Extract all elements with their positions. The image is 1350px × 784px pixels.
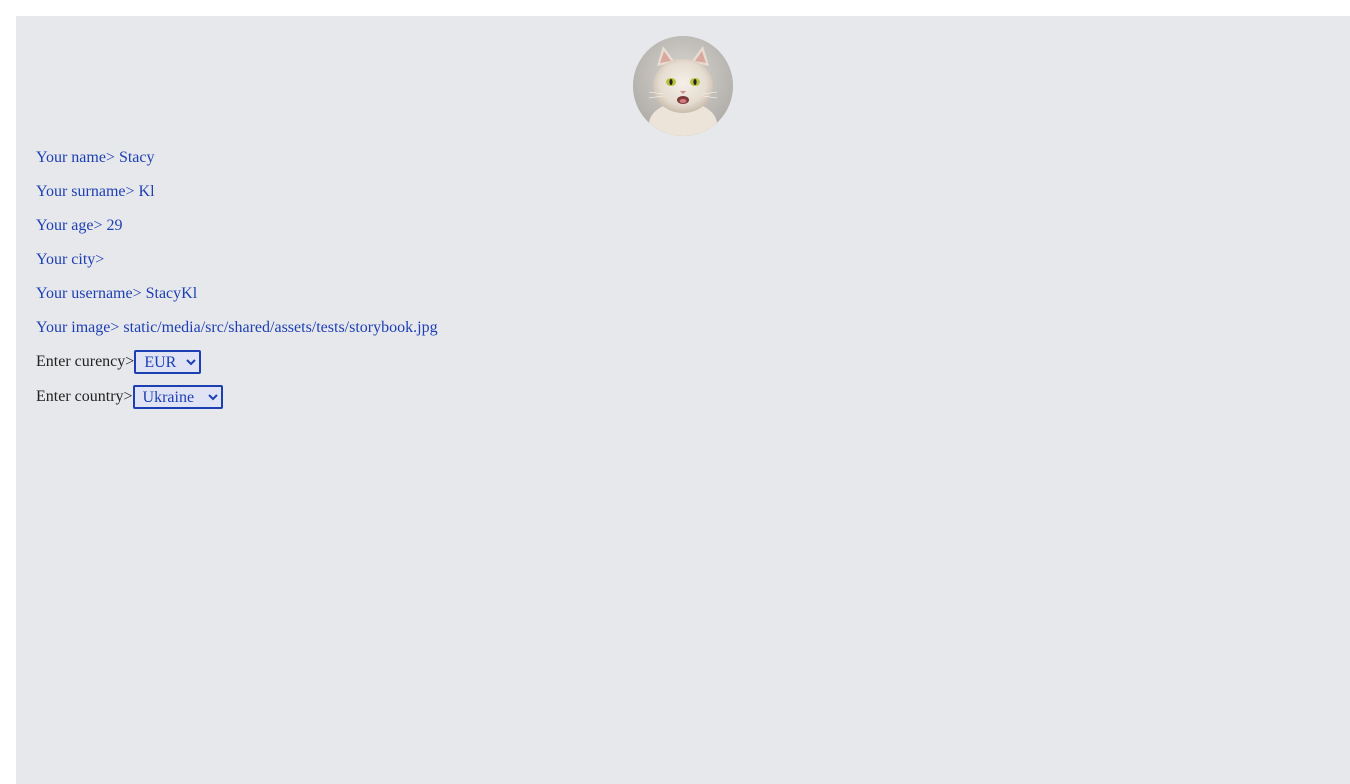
profile-fields: Your name> Stacy Your surname> Kl Your age…	[36, 146, 1330, 420]
name-row: Your name> Stacy	[36, 146, 1330, 180]
username-row: Your username> StacyKl	[36, 282, 1330, 316]
surname-label: Your surname>	[36, 183, 135, 200]
image-label: Your image>	[36, 319, 120, 336]
avatar-container	[36, 36, 1330, 136]
age-label: Your age>	[36, 217, 103, 234]
age-row: Your age> 29	[36, 214, 1330, 248]
currency-label: Enter curency>	[36, 353, 135, 370]
city-row: Your city>	[36, 248, 1330, 282]
username-label: Your username>	[36, 285, 142, 302]
age-value: 29	[106, 217, 123, 234]
city-label: Your city>	[36, 251, 105, 268]
currency-select[interactable]: EUR	[134, 350, 202, 375]
profile-card: Your name> Stacy Your surname> Kl Your age…	[16, 16, 1350, 784]
surname-row: Your surname> Kl	[36, 180, 1330, 214]
country-row: Enter country> Ukraine	[36, 385, 1330, 420]
name-label: Your name>	[36, 149, 115, 166]
currency-row: Enter curency> EUR	[36, 350, 1330, 385]
cat-avatar-image	[633, 36, 733, 136]
image-row: Your image> static/media/src/shared/asset…	[36, 316, 1330, 350]
country-label: Enter country>	[36, 388, 133, 405]
image-value: static/media/src/shared/assets/tests/sto…	[123, 319, 438, 336]
country-select[interactable]: Ukraine	[132, 385, 223, 410]
surname-value: Kl	[138, 183, 155, 200]
name-value: Stacy	[118, 149, 155, 166]
username-value: StacyKl	[145, 285, 198, 302]
avatar	[633, 36, 733, 136]
